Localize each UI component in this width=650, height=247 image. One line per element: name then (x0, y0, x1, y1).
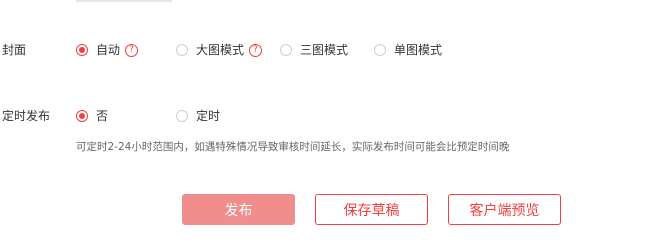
cover-option-large-image[interactable]: 大图模式 ? (176, 39, 263, 61)
client-preview-button[interactable]: 客户端预览 (448, 194, 561, 225)
schedule-option-timed-label: 定时 (196, 109, 221, 123)
cover-option-large-image-label: 大图模式 (196, 43, 245, 57)
radio-unchecked-icon[interactable] (176, 110, 188, 122)
help-icon[interactable]: ? (125, 43, 139, 57)
cover-option-auto-label: 自动 (96, 43, 121, 57)
cover-label: 封面 (2, 43, 27, 57)
schedule-option-timed[interactable]: 定时 (176, 105, 220, 127)
radio-unchecked-icon[interactable] (374, 44, 386, 56)
top-divider (76, 0, 172, 2)
cover-option-single-image-label: 单图模式 (394, 43, 443, 57)
save-draft-button[interactable]: 保存草稿 (315, 194, 428, 225)
schedule-option-no[interactable]: 否 (76, 105, 108, 127)
cover-option-three-images-label: 三图模式 (300, 43, 349, 57)
schedule-hint-text: 可定时2-24小时范围内，如遇特殊情况导致审核时间延长，实际发布时间可能会比预定… (76, 141, 510, 153)
cover-option-auto[interactable]: 自动 ? (76, 39, 139, 61)
cover-option-single-image[interactable]: 单图模式 (374, 39, 442, 61)
schedule-label: 定时发布 (2, 109, 51, 123)
schedule-row: 定时发布 否 定时 (0, 105, 650, 127)
radio-unchecked-icon[interactable] (176, 44, 188, 56)
radio-checked-icon[interactable] (76, 44, 88, 56)
radio-checked-icon[interactable] (76, 110, 88, 122)
cover-option-three-images[interactable]: 三图模式 (280, 39, 348, 61)
help-icon[interactable]: ? (249, 43, 263, 57)
radio-unchecked-icon[interactable] (280, 44, 292, 56)
schedule-option-no-label: 否 (96, 109, 109, 123)
publish-button[interactable]: 发布 (182, 194, 295, 225)
cover-row: 封面 自动 ? 大图模式 ? 三图模式 单图模式 (0, 39, 650, 61)
